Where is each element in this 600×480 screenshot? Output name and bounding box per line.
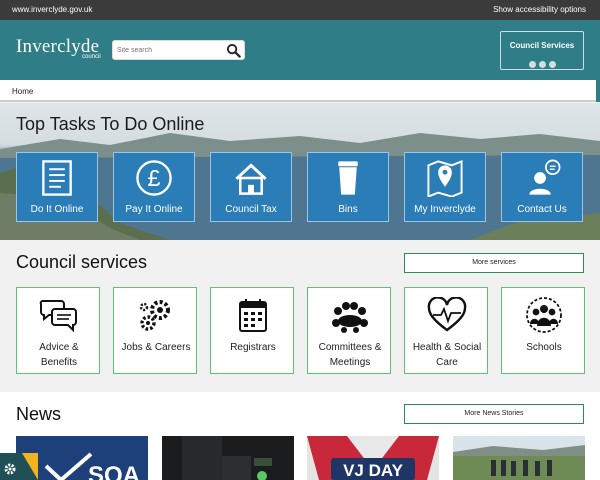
document-icon [42,160,72,196]
service-registrars[interactable]: Registrars [210,287,294,374]
news-card-group-photo[interactable] [453,436,585,480]
service-advice-benefits[interactable]: Advice & Benefits [16,287,100,374]
more-news-button[interactable]: More News Stories [404,404,584,424]
svg-text:£: £ [147,165,160,191]
service-label: Schools [526,342,562,353]
news-card-technology[interactable] [162,436,294,480]
news-title: News [16,404,62,424]
task-contact-us[interactable]: Contact Us [501,152,583,222]
news-card-caption: VJ DAY [343,461,404,480]
more-services-button[interactable]: More services [404,253,584,273]
gears-icon [139,300,170,331]
service-health-social-care[interactable]: Health & Social Care [404,287,488,374]
top-bar: www.inverclyde.gov.uk Show accessibility… [0,0,600,20]
site-url: www.inverclyde.gov.uk [12,5,93,14]
task-my-inverclyde[interactable]: My Inverclyde [404,152,486,222]
meeting-icon [332,302,368,333]
top-tasks-title: Top Tasks To Do Online [16,114,205,134]
council-services-label: Council Services [509,41,575,50]
task-label: Council Tax [225,204,277,215]
service-jobs-careers[interactable]: Jobs & Careers [113,287,197,374]
task-do-it-online[interactable]: Do It Online [16,152,98,222]
contact-icon [529,159,561,195]
house-icon [235,163,267,195]
task-council-tax[interactable]: Council Tax [210,152,292,222]
service-committees-meetings[interactable]: Committees & Meetings [307,287,391,374]
news-card-vj-day[interactable]: VJ DAY [307,436,439,480]
breadcrumb-home[interactable]: Home [12,87,33,96]
bin-icon [338,161,358,195]
service-label: Committees & Meetings [318,342,382,368]
task-label: Bins [338,204,358,215]
search-icon[interactable] [226,43,241,58]
service-label: Health & Social Care [412,342,482,368]
search-input[interactable] [117,44,223,57]
news-card-caption: SQA [88,462,140,480]
task-pay-it-online[interactable]: £ Pay It Online [113,152,195,222]
top-tasks-hero: Top Tasks To Do Online Do It Online £ Pa… [0,103,600,240]
breadcrumb: Home [0,80,600,102]
cookie-settings-gear-icon[interactable] [0,453,38,480]
task-bins[interactable]: Bins [307,152,389,222]
pound-icon: £ [136,160,172,196]
breadcrumb-accent [596,80,600,102]
service-label: Advice & Benefits [39,342,79,368]
task-label: Pay It Online [125,204,183,215]
council-services-title: Council services [16,252,148,272]
task-label: Contact Us [517,204,567,215]
site-search [112,40,245,60]
task-label: My Inverclyde [414,204,476,215]
service-schools[interactable]: Schools [501,287,585,374]
accessibility-options-link[interactable]: Show accessibility options [493,5,586,14]
speech-bubbles-icon [39,300,77,333]
council-services-button[interactable]: Council Services [500,31,584,70]
task-label: Do It Online [30,204,84,215]
calendar-icon [239,299,267,332]
logo-subtitle: council [82,54,101,60]
site-header: Inverclyde council Council Services [0,20,600,80]
news-image: VJ DAY [307,436,439,480]
group-icon [526,297,562,333]
news-image [453,436,585,480]
heart-icon [427,297,467,332]
service-label: Jobs & Careers [121,342,191,353]
map-pin-icon [427,159,463,197]
dots-icon [529,55,559,73]
news-image [182,436,272,480]
service-label: Registrars [230,342,276,353]
